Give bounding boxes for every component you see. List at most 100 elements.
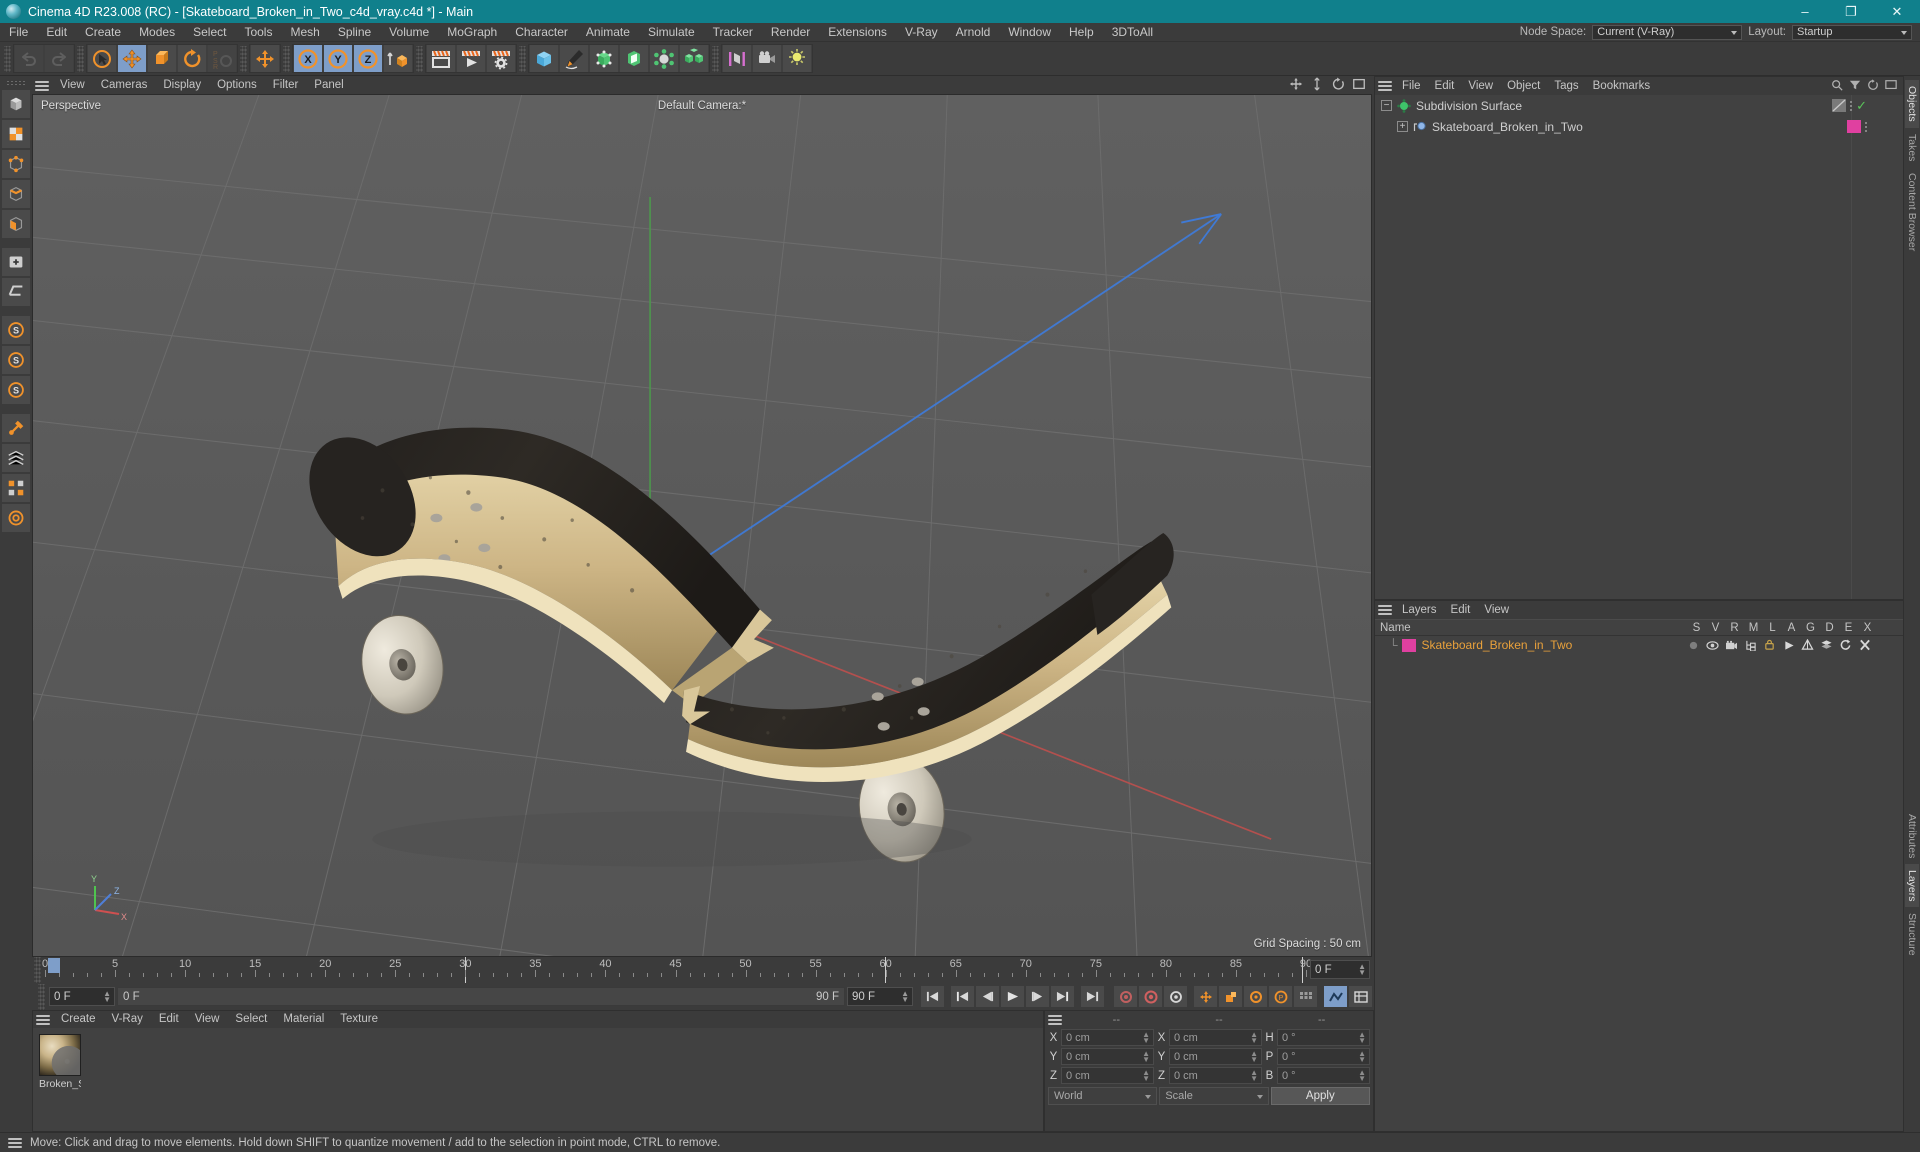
material-menu-texture[interactable]: Texture xyxy=(332,1011,386,1028)
menu-item-volume[interactable]: Volume xyxy=(380,23,438,42)
visible-eye-icon[interactable] xyxy=(1703,639,1722,651)
vtab-structure[interactable]: Structure xyxy=(1905,907,1919,962)
object-menu-edit[interactable]: Edit xyxy=(1428,77,1462,95)
menu-item-window[interactable]: Window xyxy=(999,23,1060,42)
pen-spline-icon[interactable] xyxy=(560,45,588,72)
render-region-icon[interactable] xyxy=(2,504,30,532)
rotation-key-icon[interactable] xyxy=(1244,986,1267,1007)
status-menu-hamburger-icon[interactable] xyxy=(5,1135,25,1150)
preview-range-bar[interactable]: 0 F 90 F xyxy=(117,987,845,1006)
edges-mode-icon[interactable] xyxy=(2,180,30,208)
expression-flag-icon[interactable] xyxy=(1836,639,1855,651)
array-icon[interactable] xyxy=(680,45,708,72)
menu-item-create[interactable]: Create xyxy=(76,23,130,42)
current-frame-field[interactable]: 0 F ▲ ▼ xyxy=(49,987,115,1006)
palette-grip[interactable] xyxy=(6,80,26,87)
coordinate-mode-select[interactable]: Scale xyxy=(1159,1087,1269,1105)
layer-menu-view[interactable]: View xyxy=(1477,601,1516,619)
size-y-field[interactable]: 0 cm ▲ ▼ xyxy=(1169,1048,1262,1065)
layer-swatch[interactable] xyxy=(1847,120,1861,133)
timeline-end-field[interactable]: 0 F ▲ ▼ xyxy=(1310,960,1370,979)
rot-h-field[interactable]: 0 ° ▲ ▼ xyxy=(1277,1029,1370,1046)
menu-item-arnold[interactable]: Arnold xyxy=(947,23,1000,42)
layer-row-name-group[interactable]: └ Skateboard_Broken_in_Two xyxy=(1375,638,1572,652)
render-settings-icon[interactable] xyxy=(487,45,515,72)
transport-grip[interactable] xyxy=(38,983,45,1010)
go-to-previous-frame-icon[interactable] xyxy=(976,986,999,1007)
maximize-button[interactable]: ❐ xyxy=(1828,0,1874,23)
light-icon[interactable] xyxy=(783,45,811,72)
menu-item-modes[interactable]: Modes xyxy=(130,23,184,42)
scale-icon[interactable] xyxy=(148,45,176,72)
vtab-layers[interactable]: Layers xyxy=(1905,863,1919,908)
layer-menu-layers[interactable]: Layers xyxy=(1395,601,1444,619)
scale-key-icon[interactable] xyxy=(1219,986,1242,1007)
viewport-menu-display[interactable]: Display xyxy=(155,77,209,94)
go-to-next-frame-icon[interactable] xyxy=(1026,986,1049,1007)
menu-item-mograph[interactable]: MoGraph xyxy=(438,23,506,42)
go-to-end-icon[interactable] xyxy=(1081,986,1104,1007)
viewport-menu-cameras[interactable]: Cameras xyxy=(93,77,156,94)
stepper-icon-px[interactable]: ▲ ▼ xyxy=(1142,1031,1150,1045)
menu-item-animate[interactable]: Animate xyxy=(577,23,639,42)
node-space-select[interactable]: Current (V-Ray) xyxy=(1592,24,1743,40)
filter-icon[interactable] xyxy=(1849,79,1861,94)
model-mode-icon[interactable] xyxy=(2,90,30,118)
object-menu-bookmarks[interactable]: Bookmarks xyxy=(1586,77,1658,95)
solo-dot-icon[interactable] xyxy=(1684,639,1703,651)
tag-dots-icon[interactable] xyxy=(1850,100,1853,111)
close-button[interactable]: ✕ xyxy=(1874,0,1920,23)
menu-item-tracker[interactable]: Tracker xyxy=(704,23,762,42)
workplane-snap-icon[interactable]: S xyxy=(2,376,30,404)
size-z-field[interactable]: 0 cm ▲ ▼ xyxy=(1169,1067,1262,1084)
display-tag-icon[interactable] xyxy=(1832,99,1847,112)
axis-z-button[interactable]: Z xyxy=(354,45,382,72)
enabled-check-icon[interactable]: ✓ xyxy=(1856,99,1867,112)
menu-item-tools[interactable]: Tools xyxy=(235,23,281,42)
animation-layers-icon[interactable] xyxy=(1349,986,1372,1007)
rotate-view-icon[interactable] xyxy=(1331,77,1345,94)
vtab-objects[interactable]: Objects xyxy=(1905,80,1919,128)
layer-color-swatch[interactable] xyxy=(1401,638,1416,652)
material-menu-view[interactable]: View xyxy=(187,1011,228,1028)
pos-y-field[interactable]: 0 cm ▲ ▼ xyxy=(1061,1048,1154,1065)
object-menu-hamburger-icon[interactable] xyxy=(1375,79,1395,94)
object-row-skateboard[interactable]: + Skateboard_Broken_in_Two xyxy=(1375,116,1903,137)
layout-icon[interactable] xyxy=(1885,79,1897,94)
toolbar-grip-7[interactable] xyxy=(712,45,719,72)
stepper-icon-sy[interactable]: ▲ ▼ xyxy=(1250,1050,1258,1064)
toolbar-grip-6[interactable] xyxy=(519,45,526,72)
world-coordinate-icon[interactable] xyxy=(384,45,412,72)
object-menu-object[interactable]: Object xyxy=(1500,77,1547,95)
go-to-next-keyframe-icon[interactable] xyxy=(1051,986,1074,1007)
toolbar-grip[interactable] xyxy=(4,45,11,72)
material-preview-sphere[interactable] xyxy=(39,1034,81,1076)
render-view-icon[interactable] xyxy=(427,45,455,72)
tag-dots-icon-2[interactable] xyxy=(1865,121,1867,132)
apply-button[interactable]: Apply xyxy=(1270,1087,1370,1105)
axis-y-button[interactable]: Y xyxy=(324,45,352,72)
toolbar-grip-5[interactable] xyxy=(416,45,423,72)
rotate-icon[interactable] xyxy=(178,45,206,72)
menu-item-spline[interactable]: Spline xyxy=(329,23,380,42)
stepper-icon-py[interactable]: ▲ ▼ xyxy=(1142,1050,1150,1064)
position-key-icon[interactable] xyxy=(1194,986,1217,1007)
perspective-viewport[interactable]: Perspective Default Camera:* Grid Spacin… xyxy=(32,94,1372,957)
menu-item-mesh[interactable]: Mesh xyxy=(281,23,328,42)
menu-item-file[interactable]: File xyxy=(0,23,37,42)
viewport-menu-view[interactable]: View xyxy=(52,77,93,94)
xpresso-flag-icon[interactable] xyxy=(1855,639,1874,651)
object-tags-skateboard[interactable] xyxy=(1847,120,1867,133)
texture-mode-icon[interactable] xyxy=(2,120,30,148)
keyframe-selection-icon[interactable] xyxy=(1164,986,1187,1007)
move-icon[interactable] xyxy=(118,45,146,72)
animation-play-icon[interactable] xyxy=(1779,639,1798,651)
go-to-previous-keyframe-icon[interactable] xyxy=(951,986,974,1007)
object-menu-file[interactable]: File xyxy=(1395,77,1428,95)
points-mode-icon[interactable] xyxy=(2,150,30,178)
grid-icon[interactable] xyxy=(2,474,30,502)
go-to-start-icon[interactable] xyxy=(921,986,944,1007)
timeline-ruler[interactable]: 0 5 10 15 20 25 30 35 40 45 50 55 60 65 70 75 80 85 90 0 F… xyxy=(32,957,1372,983)
end-frame-field[interactable]: 90 F ▲ ▼ xyxy=(847,987,913,1006)
quantize-icon[interactable]: S xyxy=(2,346,30,374)
